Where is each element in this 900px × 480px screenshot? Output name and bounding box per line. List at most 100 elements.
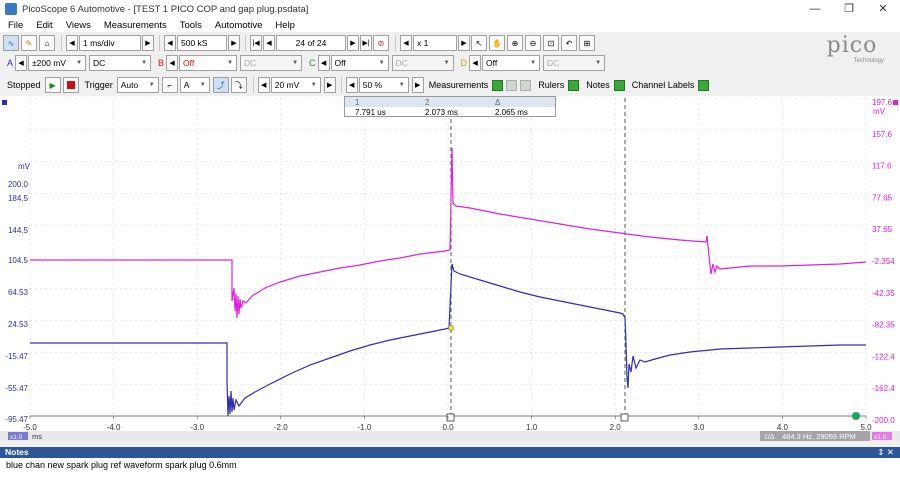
menu-edit[interactable]: Edit	[36, 20, 52, 31]
channel-a-coupling[interactable]: DC ▼	[89, 55, 152, 71]
chevron-down-icon: ▼	[530, 60, 537, 66]
chevron-down-icon: ▼	[595, 60, 602, 66]
channel-c-range-decrease[interactable]: ◀	[317, 55, 330, 71]
channel-magenta-scale-marker[interactable]	[852, 412, 860, 420]
channel-b-range-decrease[interactable]: ◀	[166, 55, 179, 71]
channel-a-range[interactable]: ±200 mV ▼	[28, 55, 87, 71]
menu-measurements[interactable]: Measurements	[104, 20, 167, 31]
add-measurement-button[interactable]	[492, 79, 504, 91]
close-button[interactable]: ✕	[866, 0, 900, 18]
chevron-down-icon: ▼	[443, 60, 450, 66]
channel-b-coupling[interactable]: DC ▼	[240, 55, 303, 71]
pretrigger-increase[interactable]: ▶	[411, 77, 424, 93]
x-tick-label: -5.0	[23, 423, 37, 432]
scope-view[interactable]: mV 200.0 184.5 144.5 104.5 64.53 24.53 -15.47 -…	[0, 96, 900, 441]
menu-views[interactable]: Views	[66, 20, 91, 31]
measurements-label: Measurements	[428, 80, 489, 90]
ruler-legend[interactable]: 1 2 Δ 7.791 us 2.073 ms 2.065 ms	[344, 96, 556, 117]
buffer-first-button[interactable]: |◀	[250, 35, 262, 51]
channel-c-coupling[interactable]: DC ▼	[391, 55, 454, 71]
hand-tool-icon[interactable]: ✋	[489, 35, 505, 51]
left-axis-ticks: 200.0 184.5 144.5 104.5 64.53 24.53 -15.47 -55.…	[5, 180, 28, 424]
timebase-field[interactable]: 1 ms/div	[79, 35, 141, 51]
channel-d-range-decrease[interactable]: ◀	[469, 55, 482, 71]
stop-button[interactable]	[62, 77, 79, 93]
select-cursor-icon[interactable]: ↖	[471, 35, 487, 51]
channel-c-range[interactable]: Off ▼	[330, 55, 389, 71]
scope-plot[interactable]: mV 200.0 184.5 144.5 104.5 64.53 24.53 -15.47 -…	[0, 96, 900, 441]
scope-mode-icon[interactable]: ∿	[3, 35, 19, 51]
falling-edge-icon[interactable]: ⤵	[230, 77, 247, 93]
channel-d-coupling[interactable]: DC ▼	[543, 55, 606, 71]
trigger-channel-dropdown[interactable]: A ▼	[179, 77, 210, 93]
zoom-increase-button[interactable]: ▶	[458, 35, 470, 51]
freq-badge: 1/Δ	[764, 434, 775, 441]
rulers-button[interactable]	[568, 79, 580, 91]
ruler-legend-values: 7.791 us 2.073 ms 2.065 ms	[345, 107, 555, 117]
buffer-prev-button[interactable]: ◀	[263, 35, 275, 51]
buffer-last-button[interactable]: ▶|	[360, 35, 372, 51]
rising-edge-icon[interactable]: ⤴	[212, 77, 229, 93]
notes-text[interactable]: blue chan new spark plug ref waveform sp…	[0, 458, 900, 480]
trigger-level-decrease[interactable]: ◀	[257, 77, 270, 93]
trigger-level-increase[interactable]: ▶	[323, 77, 336, 93]
right-tick-label: -200.0	[872, 416, 895, 425]
buffer-navigator-icon[interactable]: ⊘	[373, 35, 389, 51]
ruler-col-1: 1	[355, 97, 360, 107]
timebase-decrease-button[interactable]: ◀	[66, 35, 78, 51]
capture-toolbar: ∿ ✎ ⌂ ◀ 1 ms/div ▶ ◀ 500 kS ▶ |◀ ◀ 24 of…	[0, 32, 900, 54]
undo-zoom-icon[interactable]: ↶	[561, 35, 577, 51]
maximize-button[interactable]: ❐	[832, 0, 866, 18]
menu-help[interactable]: Help	[275, 20, 295, 31]
run-button[interactable]: ▶	[44, 77, 61, 93]
notes-title: Notes	[5, 447, 29, 457]
x-tick-label: 2.0	[610, 423, 622, 432]
samples-field[interactable]: 500 kS	[177, 35, 227, 51]
channel-toolbar: A ◀ ±200 mV ▼ DC ▼ B ◀ Off ▼ DC ▼ C ◀ Off ▼ D…	[0, 52, 900, 74]
pretrigger-dropdown[interactable]: 50 % ▼	[358, 77, 409, 93]
zoom-fit-icon[interactable]: ⊞	[579, 35, 595, 51]
x-axis-unit: ms	[32, 432, 42, 441]
buffer-field[interactable]: 24 of 24	[276, 35, 346, 51]
zoom-decrease-button[interactable]: ◀	[400, 35, 412, 51]
trigger-mode-dropdown[interactable]: Auto ▼	[116, 77, 159, 93]
channel-labels-button[interactable]	[698, 79, 710, 91]
channel-b-range[interactable]: Off ▼	[179, 55, 238, 71]
notes-button[interactable]	[613, 79, 625, 91]
zoom-area-icon[interactable]: ⊡	[543, 35, 559, 51]
ruler-1-value: 7.791 us	[355, 107, 386, 117]
channel-a-range-decrease[interactable]: ◀	[15, 55, 28, 71]
zoom-field[interactable]: x 1	[413, 35, 457, 51]
channel-d-range[interactable]: Off ▼	[482, 55, 541, 71]
notes-panel-header: Notes ⇕ ✕	[0, 447, 900, 458]
trigger-level-dropdown[interactable]: 20 mV ▼	[270, 77, 321, 93]
timebase-increase-button[interactable]: ▶	[142, 35, 154, 51]
app-icon	[5, 3, 17, 15]
channel-magenta-offset-marker[interactable]	[893, 100, 898, 105]
notes-panel-buttons[interactable]: ⇕ ✕	[877, 447, 894, 458]
left-tick-label: -15.47	[5, 352, 28, 361]
menu-file[interactable]: File	[8, 20, 23, 31]
advanced-trigger-icon[interactable]: ⌐	[161, 77, 178, 93]
menu-tools[interactable]: Tools	[180, 20, 202, 31]
left-tick-label: 104.5	[8, 256, 29, 265]
menu-automotive[interactable]: Automotive	[215, 20, 263, 31]
pretrigger-decrease[interactable]: ◀	[345, 77, 358, 93]
trigger-marker[interactable]	[448, 325, 454, 331]
minimize-button[interactable]: —	[798, 0, 832, 18]
delete-measurement-button[interactable]	[520, 79, 532, 91]
samples-decrease-button[interactable]: ◀	[164, 35, 176, 51]
channel-a-offset-marker[interactable]	[2, 100, 7, 105]
zoom-out-icon[interactable]: ⊖	[525, 35, 541, 51]
zoom-in-icon[interactable]: ⊕	[507, 35, 523, 51]
window-title: PicoScope 6 Automotive - [TEST 1 PICO CO…	[22, 3, 309, 15]
home-icon[interactable]: ⌂	[39, 35, 55, 51]
edit-measurement-button[interactable]	[506, 79, 518, 91]
buffer-next-button[interactable]: ▶	[347, 35, 359, 51]
probe-icon[interactable]: ✎	[21, 35, 37, 51]
ruler-2-handle[interactable]	[620, 413, 629, 422]
samples-increase-button[interactable]: ▶	[228, 35, 240, 51]
right-tick-label: 117.6	[872, 162, 892, 171]
x-tick-label: -2.0	[274, 423, 288, 432]
left-axis-unit: mV	[18, 162, 31, 171]
